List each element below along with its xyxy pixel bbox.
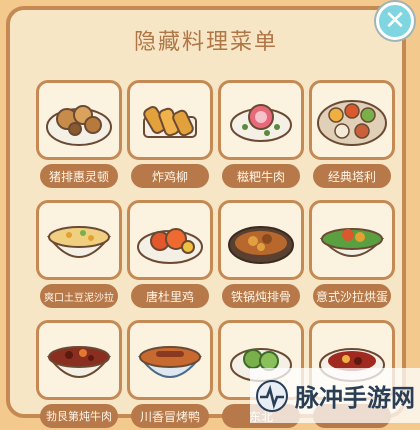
dish-card[interactable]: 意式沙拉烘蛋 [309,200,395,310]
dish-card[interactable]: 爽口土豆泥沙拉 [36,200,122,310]
dish-card[interactable]: 炸鸡柳 [127,80,213,190]
roast-duck-bowl-icon [127,320,213,400]
dish-card[interactable]: 唐杜里鸡 [127,200,213,310]
dish-label: 爽口土豆泥沙拉 [40,284,118,308]
beef-bourguignon-icon [36,320,122,400]
tandoori-chicken-icon [127,200,213,280]
dish-label: 猪排惠灵顿 [40,164,118,188]
dish-label: 炸鸡柳 [131,164,209,188]
dish-card[interactable]: 勃艮第炖牛肉 [36,320,122,430]
dish-card[interactable]: 糍粑牛肉 [218,80,304,190]
wellington-plate-icon [36,80,122,160]
dish-label: 铁锅炖排骨 [222,284,300,308]
dish-card[interactable]: 川香冒烤鸭 [127,320,213,430]
close-x-icon[interactable]: ✕ [376,2,414,40]
dish-card[interactable]: 猪排惠灵顿 [36,80,122,190]
dish-label: 唐杜里鸡 [131,284,209,308]
thali-platter-icon [309,80,395,160]
page-title: 隐藏料理菜单 [133,30,278,55]
dish-label: 勃艮第炖牛肉 [40,404,118,428]
beef-rice-cake-icon [218,80,304,160]
watermark-text: 脉冲手游网 [295,384,415,412]
dish-label: 川香冒烤鸭 [131,404,209,428]
braised-ribs-icon [218,200,304,280]
pulse-logo-icon [255,379,289,413]
dish-label: 意式沙拉烘蛋 [313,284,391,308]
menu-panel: 隐藏料理菜单 猪排惠灵顿 炸鸡柳 糍粑牛肉 经典塔利 爽口土豆泥沙拉 唐杜里鸡 … [6,6,406,428]
potato-salad-bowl-icon [36,200,122,280]
fried-chicken-strips-icon [127,80,213,160]
dish-card[interactable]: 铁锅炖排骨 [218,200,304,310]
dish-label: 糍粑牛肉 [222,164,300,188]
frittata-salad-icon [309,200,395,280]
watermark: 脉冲手游网 [250,368,420,423]
dish-card[interactable]: 经典塔利 [309,80,395,190]
dish-label: 经典塔利 [313,164,391,188]
